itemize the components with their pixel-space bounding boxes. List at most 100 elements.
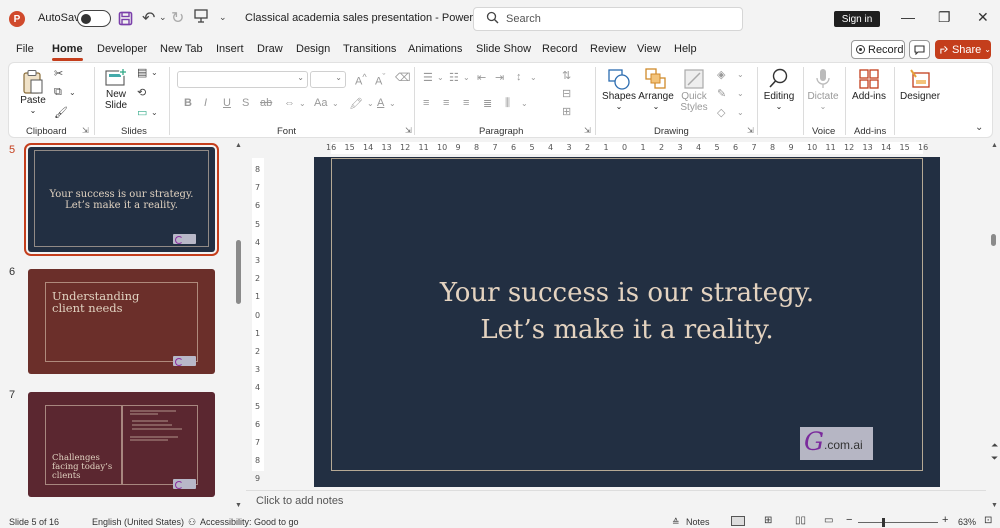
tab-slide-show[interactable]: Slide Show [476,43,531,55]
tab-animations[interactable]: Animations [408,43,462,55]
bullets-dropdown-icon[interactable]: ⌄ [437,73,444,82]
italic-icon[interactable]: I [204,97,207,109]
font-size-dropdown-icon[interactable]: ⌄ [335,73,342,82]
numbering-icon[interactable]: ☷ [449,71,459,84]
accessibility-status[interactable]: Accessibility: Good to go [200,517,299,527]
increase-indent-icon[interactable]: ⇥ [495,71,504,84]
shape-effects-icon[interactable]: ◇ [717,106,725,119]
drawing-launcher-icon[interactable]: ⇲ [747,126,754,135]
strikethrough-icon[interactable]: ab [260,97,272,109]
layout-icon[interactable]: ▤ [137,66,147,79]
change-case-icon[interactable]: Aa [314,97,327,109]
section-dropdown-icon[interactable]: ⌄ [151,108,158,117]
scroll-up-icon[interactable]: ▲ [991,142,998,149]
collapse-ribbon-icon[interactable]: ⌄ [975,122,983,133]
present-from-start-icon[interactable] [194,9,208,23]
highlight-dropdown-icon[interactable]: ⌄ [367,99,374,108]
line-spacing-dropdown-icon[interactable]: ⌄ [530,73,537,82]
reset-icon[interactable]: ⟲ [137,86,146,99]
tab-new-tab[interactable]: New Tab [160,43,203,55]
text-shadow-icon[interactable]: S [242,97,249,109]
tab-view[interactable]: View [637,43,661,55]
tab-help[interactable]: Help [674,43,697,55]
minimize-icon[interactable]: — [901,9,915,25]
dictate-button[interactable]: Dictate ⌄ [807,67,839,111]
reading-view-icon[interactable]: ▯▯ [795,515,806,526]
comments-icon[interactable] [909,40,930,59]
tab-record[interactable]: Record [542,43,577,55]
tab-review[interactable]: Review [590,43,626,55]
scroll-down-icon[interactable]: ▼ [991,502,998,509]
text-direction-icon[interactable]: ⇅ [562,69,571,82]
line-spacing-icon[interactable]: ↕ [516,71,522,83]
tab-transitions[interactable]: Transitions [343,43,396,55]
thumbnail-scrollbar-thumb[interactable] [236,240,241,304]
font-color-icon[interactable]: A [377,97,384,109]
numbering-dropdown-icon[interactable]: ⌄ [463,73,470,82]
shapes-dropdown-icon[interactable]: ⌄ [602,102,636,111]
undo-dropdown-icon[interactable]: ⌄ [159,12,167,23]
close-icon[interactable]: ✕ [977,9,989,26]
slide-thumbnail-6[interactable]: Understanding client needs [28,269,215,374]
slide-title-line-1[interactable]: Your success is our strategy. [314,278,940,308]
notes-icon[interactable]: ≙ [672,517,680,528]
bold-icon[interactable]: B [184,97,192,109]
tab-design[interactable]: Design [296,43,330,55]
shape-fill-dropdown-icon[interactable]: ⌄ [737,70,744,79]
character-spacing-icon[interactable]: ⇔ [284,97,295,109]
notes-toggle[interactable]: Notes [686,517,710,527]
scroll-down-icon[interactable]: ▼ [235,502,242,509]
copy-icon[interactable]: ⧉ [54,86,62,99]
font-launcher-icon[interactable]: ⇲ [405,126,412,135]
decrease-font-icon[interactable]: Aˇ [375,72,385,88]
restore-icon[interactable]: ❐ [938,9,951,26]
designer-button[interactable]: Designer [900,67,940,102]
autosave-toggle[interactable] [77,10,111,27]
columns-icon[interactable]: ⫼ [505,97,510,110]
font-size-combo[interactable]: ⌄ [310,71,346,88]
sign-in-button[interactable]: Sign in [834,11,880,27]
increase-font-icon[interactable]: A^ [355,72,367,88]
zoom-slider-handle[interactable] [882,518,885,527]
change-case-dropdown-icon[interactable]: ⌄ [332,99,339,108]
slide-thumbnail-7[interactable]: Challenges facing today’s clients [28,392,215,497]
undo-icon[interactable]: ↶ [142,8,155,28]
slide-canvas[interactable]: Your success is our strategy. Let’s make… [314,157,940,487]
cut-icon[interactable]: ✂ [54,67,63,80]
align-text-icon[interactable]: ⊟ [562,87,571,100]
decrease-indent-icon[interactable]: ⇤ [477,71,486,84]
dictate-dropdown-icon[interactable]: ⌄ [807,102,839,111]
add-ins-button[interactable]: Add-ins [850,67,888,102]
save-icon[interactable] [118,10,134,26]
tab-insert[interactable]: Insert [216,43,244,55]
tab-draw[interactable]: Draw [257,43,283,55]
quick-styles-button[interactable]: Quick Styles [677,67,711,113]
editing-button[interactable]: Editing ⌄ [762,67,796,111]
share-dropdown-icon[interactable]: ⌄ [984,45,991,54]
accessibility-icon[interactable]: ⚇ [188,517,196,528]
paste-button[interactable]: Paste ⌄ [19,69,47,115]
clipboard-launcher-icon[interactable]: ⇲ [82,126,89,135]
language-status[interactable]: English (United States) [92,517,184,527]
editing-dropdown-icon[interactable]: ⌄ [762,102,796,111]
highlight-color-icon[interactable]: 🖍 [349,97,363,110]
zoom-out-icon[interactable]: − [846,514,852,526]
slide-show-icon[interactable]: ▭ [824,515,833,526]
section-icon[interactable]: ▭ [137,106,147,119]
new-slide-button[interactable]: New Slide [101,67,131,111]
scroll-up-icon[interactable]: ▲ [235,142,242,149]
shape-effects-dropdown-icon[interactable]: ⌄ [737,108,744,117]
editor-scrollbar-thumb[interactable] [991,234,996,246]
shape-fill-icon[interactable]: ◈ [717,68,725,81]
previous-slide-icon[interactable]: ⏶ [991,440,998,451]
font-color-dropdown-icon[interactable]: ⌄ [389,99,396,108]
align-left-icon[interactable]: ≡ [423,97,429,109]
tab-file[interactable]: File [16,43,34,55]
shape-outline-icon[interactable]: ✎ [717,87,726,100]
clear-formatting-icon[interactable]: ⌫ [395,71,411,84]
copy-dropdown-icon[interactable]: ⌄ [69,88,76,97]
normal-view-icon[interactable] [731,516,745,526]
slide-title-line-2[interactable]: Let’s make it a reality. [314,315,940,345]
columns-dropdown-icon[interactable]: ⌄ [521,99,528,108]
share-button[interactable]: Share ⌄ [935,40,991,59]
